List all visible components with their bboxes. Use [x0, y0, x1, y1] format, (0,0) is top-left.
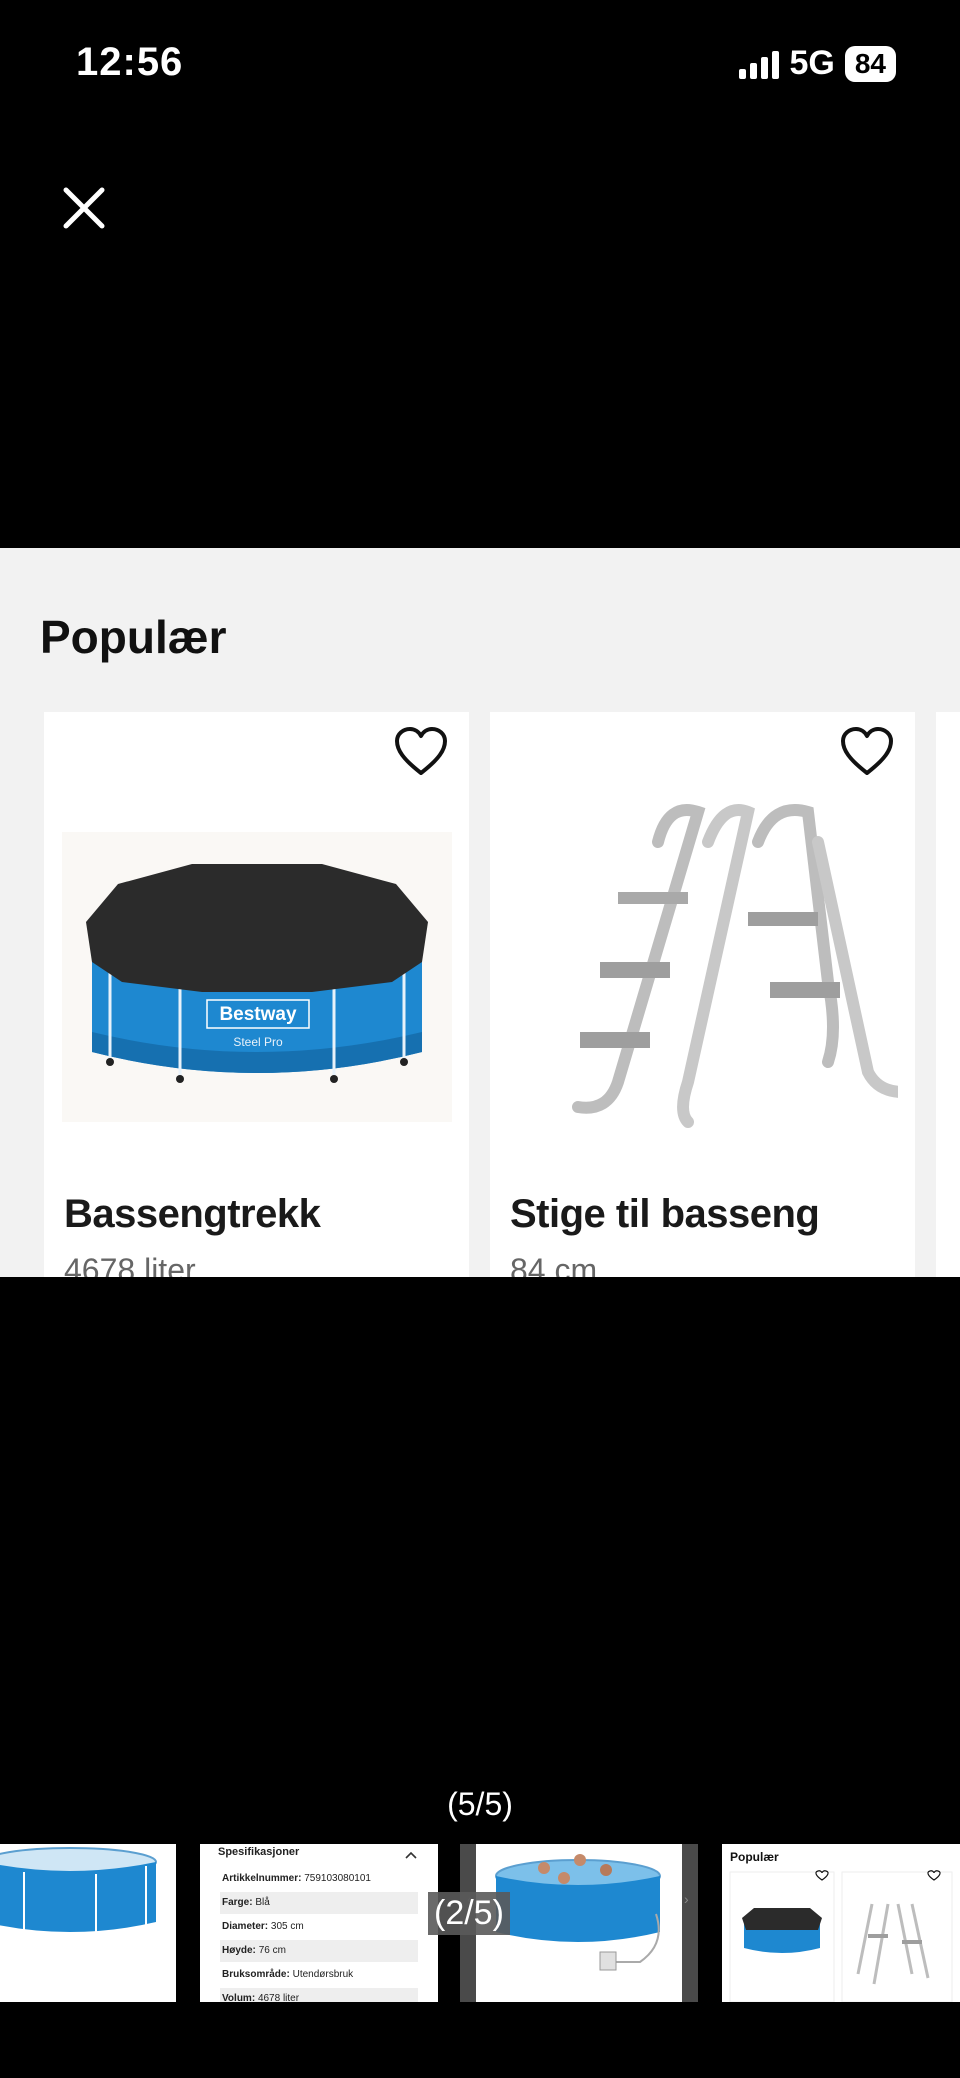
chevron-up-icon — [405, 1851, 417, 1859]
spec-title: Spesifikasjoner — [218, 1846, 300, 1858]
network-type: 5G — [789, 44, 835, 82]
pool-cover-image: Bestway Steel Pro — [62, 832, 452, 1122]
close-button[interactable] — [52, 176, 116, 240]
product-height: 84 cm — [510, 1252, 598, 1277]
image-viewer[interactable]: Populær Bestway Steel Pro Bassengtrekk 4… — [0, 548, 960, 1277]
image-index-badge: (2/5) — [428, 1892, 510, 1935]
thumbnail-pool-side[interactable] — [0, 1844, 176, 2002]
thumbnail-popular[interactable]: Populær — [722, 1844, 960, 2002]
pool-thumbnail-image — [0, 1844, 176, 2002]
svg-text:›: › — [684, 1891, 689, 1907]
spec-row: Artikkelnummer: 759103080101 — [222, 1873, 371, 1884]
spec-row: Høyde: 76 cm — [220, 1940, 418, 1962]
product-card[interactable]: Stige til basseng 84 cm — [490, 712, 915, 1277]
product-name: Stige til basseng — [510, 1192, 820, 1236]
heart-icon — [841, 727, 893, 775]
spec-row: Volum: 4678 liter — [220, 1988, 418, 2002]
heart-icon — [395, 727, 447, 775]
section-title: Populær — [40, 611, 227, 663]
favorite-button[interactable] — [393, 726, 449, 778]
product-card[interactable]: Bestway Steel Pro Bassengtrekk 4678 lite… — [44, 712, 469, 1277]
status-indicators: 5G 84 — [739, 44, 896, 83]
pool-ladder-image — [572, 804, 898, 1128]
product-volume: 4678 liter — [64, 1252, 196, 1277]
status-time: 12:56 — [76, 40, 184, 84]
spec-row: Diameter: 305 cm — [222, 1921, 304, 1932]
spec-row: Bruksområde: Utendørsbruk — [222, 1969, 354, 1980]
close-icon — [63, 187, 105, 229]
image-counter: (5/5) — [447, 1786, 513, 1822]
spec-row: Farge: Blå — [220, 1892, 418, 1914]
status-bar: 12:56 5G 84 — [0, 0, 960, 130]
brand-sublabel: Steel Pro — [233, 1035, 283, 1049]
popular-thumbnail-image — [729, 1870, 953, 2002]
product-card-partial[interactable] — [936, 712, 960, 1277]
thumbnail-specifications[interactable]: Spesifikasjoner Artikkelnummer: 75910308… — [200, 1844, 438, 2002]
brand-label: Bestway — [219, 1004, 297, 1025]
signal-icon — [739, 49, 780, 79]
battery-level: 84 — [844, 45, 896, 82]
product-name: Bassengtrekk — [64, 1192, 321, 1236]
favorite-button[interactable] — [839, 726, 895, 778]
